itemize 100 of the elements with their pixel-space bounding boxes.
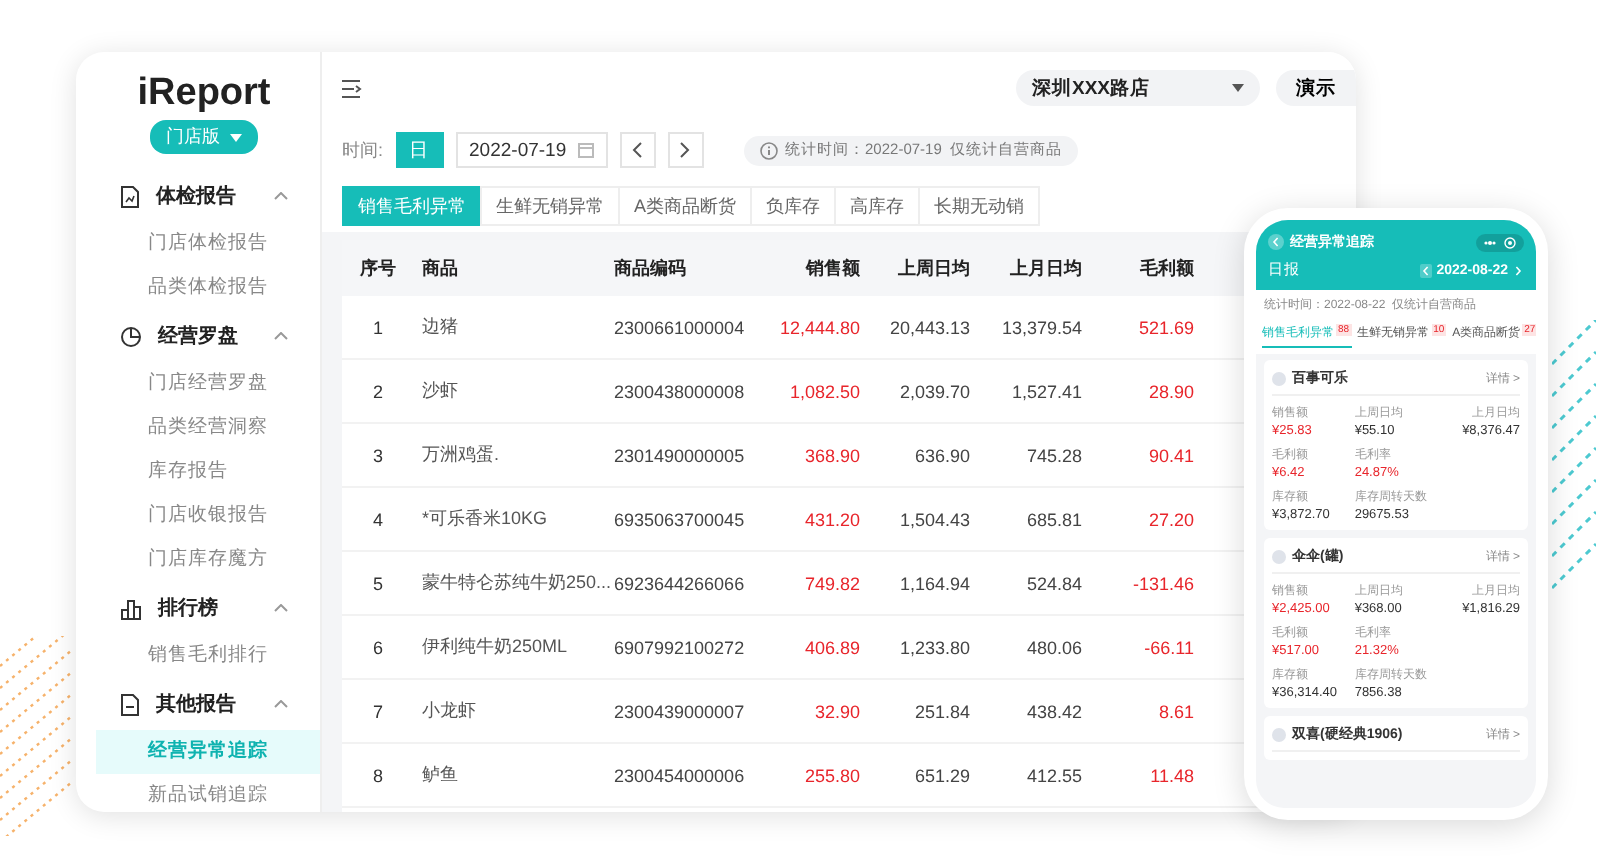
- store-dropdown[interactable]: 深圳XXX路店: [1016, 70, 1260, 106]
- table-cell-text: 7: [370, 701, 385, 721]
- table-cell-text: 28.90: [1146, 381, 1194, 401]
- table-cell-text: 1,082.50: [787, 381, 860, 401]
- table-cell-text: 6907992100272: [614, 637, 747, 657]
- chevron-icon: [274, 192, 288, 200]
- sidebar-item[interactable]: 品类经营洞察: [76, 406, 320, 450]
- chevron-right-icon[interactable]: [1512, 263, 1524, 277]
- tab[interactable]: 高库存: [834, 186, 921, 226]
- table-cell-text: 90.41: [1146, 445, 1194, 465]
- table-cell-text: 251.84: [912, 701, 970, 721]
- table-cell-text: -66.11: [1142, 637, 1194, 657]
- table-cell-text: 5: [370, 573, 385, 593]
- date-field[interactable]: 2022-07-19: [455, 132, 608, 168]
- column-header: 商品: [420, 255, 460, 281]
- menu-icon[interactable]: [342, 79, 362, 97]
- sidebar-item[interactable]: 门店库存魔方: [76, 538, 320, 582]
- sidebar-item[interactable]: 库存报告: [76, 450, 320, 494]
- column-header: 毛利额: [1138, 255, 1194, 281]
- table-cell-text: 小龙虾: [420, 698, 478, 724]
- table-cell-text: 2300439000007: [614, 701, 747, 721]
- table-cell-text: 406.89: [802, 637, 860, 657]
- column-header: 销售额: [803, 255, 860, 281]
- table-cell-text: 蒙牛特仑苏纯牛奶250...: [420, 570, 614, 596]
- info-icon: [759, 141, 778, 159]
- sidebar-item[interactable]: 门店体检报告: [76, 222, 320, 266]
- caret-icon: [1232, 84, 1244, 92]
- next-button[interactable]: [667, 132, 704, 168]
- menu-group[interactable]: 经营罗盘: [76, 310, 320, 362]
- table-cell-text: 6923644266066: [614, 573, 747, 593]
- document-icon: [120, 693, 140, 715]
- table-cell-text: 2301490000005: [614, 445, 747, 465]
- chevron-left-icon[interactable]: [1420, 263, 1433, 277]
- menu-group[interactable]: 体检报告: [76, 170, 320, 222]
- table-cell-text: 1,164.94: [897, 573, 970, 593]
- table-cell-text: 20,443.13: [887, 317, 970, 337]
- ranking-icon: [120, 597, 142, 619]
- sidebar-item[interactable]: 销售毛利排行: [76, 634, 320, 678]
- period-button[interactable]: 日: [395, 132, 444, 168]
- product-icon: [1272, 371, 1286, 385]
- table-cell-text: 636.90: [912, 445, 970, 465]
- table-cell-text: 255.80: [802, 765, 860, 785]
- previous-button[interactable]: [619, 132, 656, 168]
- report-icon: [120, 185, 140, 207]
- table-cell-text: 万洲鸡蛋.: [420, 442, 502, 468]
- table-cell-text: 2300438000008: [614, 381, 747, 401]
- table-cell-text: 1,527.41: [1009, 381, 1082, 401]
- chevron-left-icon: [632, 142, 643, 158]
- table-cell-text: 鲈鱼: [420, 762, 460, 788]
- table-cell-text: 4: [370, 509, 385, 529]
- column-header: 上周日均: [896, 255, 970, 281]
- logo: iReport: [137, 72, 271, 116]
- table-cell-text: 2300454000006: [614, 765, 747, 785]
- table-cell-text: 2,039.70: [897, 381, 970, 401]
- table-cell-text: 745.28: [1024, 445, 1082, 465]
- caret-icon: [230, 133, 242, 141]
- capsule-drawing[interactable]: [1476, 233, 1524, 251]
- table-cell-text: 8: [370, 765, 385, 785]
- table-cell-text: 368.90: [802, 445, 860, 465]
- column-header: 上月日均: [1008, 255, 1082, 281]
- sidebar-item[interactable]: 门店收银报告: [76, 494, 320, 538]
- table-cell-text: 431.20: [802, 509, 860, 529]
- table-cell-text: -131.46: [1130, 573, 1194, 593]
- table-cell-text: 1,233.80: [897, 637, 970, 657]
- table-cell-text: 27.20: [1146, 509, 1194, 529]
- calendar-icon: [577, 142, 594, 158]
- back-icon[interactable]: [1268, 234, 1284, 250]
- tab[interactable]: 生鲜无销异常: [480, 186, 620, 226]
- sidebar-item[interactable]: 经营异常追踪: [96, 730, 320, 774]
- table-cell-text: 伊利纯牛奶250ML: [420, 634, 570, 660]
- tab[interactable]: 长期无动销: [918, 186, 1041, 226]
- sidebar-item[interactable]: 品类体检报告: [76, 266, 320, 310]
- chevron-icon: [274, 332, 288, 340]
- table-cell-text: 2300661000004: [614, 317, 747, 337]
- sidebar-item[interactable]: 新品试销追踪: [76, 774, 320, 812]
- product-icon: [1272, 549, 1286, 563]
- table-cell-text: 524.84: [1024, 573, 1082, 593]
- table-cell-text: 6: [370, 637, 385, 657]
- pie-chart-icon: [120, 325, 142, 347]
- time-label: 时间:: [342, 137, 384, 163]
- table-cell-text: 521.69: [1136, 317, 1194, 337]
- tab[interactable]: 销售毛利异常: [342, 186, 482, 226]
- chevron-right-icon: [680, 142, 691, 158]
- table-cell-text: 8.61: [1156, 701, 1194, 721]
- table-cell-text: 6935063700045: [614, 509, 747, 529]
- table-cell-text: 438.42: [1024, 701, 1082, 721]
- column-header: 序号: [358, 255, 398, 281]
- tab[interactable]: A类商品断货: [618, 186, 753, 226]
- table-cell-text: 1,504.43: [897, 509, 970, 529]
- table-cell-text: 13,379.54: [999, 317, 1082, 337]
- tab[interactable]: 负库存: [750, 186, 837, 226]
- menu-group[interactable]: 其他报告: [76, 678, 320, 730]
- table-cell-text: 1: [370, 317, 385, 337]
- table-cell-text: 480.06: [1024, 637, 1082, 657]
- table-cell-text: 11.48: [1148, 765, 1194, 785]
- menu-group[interactable]: 排行榜: [76, 582, 320, 634]
- edition-dropdown[interactable]: 门店版: [150, 120, 258, 154]
- table-cell-text: 12,444.80: [777, 317, 860, 337]
- demo-button[interactable]: 演示: [1276, 70, 1356, 106]
- sidebar-item[interactable]: 门店经营罗盘: [76, 362, 320, 406]
